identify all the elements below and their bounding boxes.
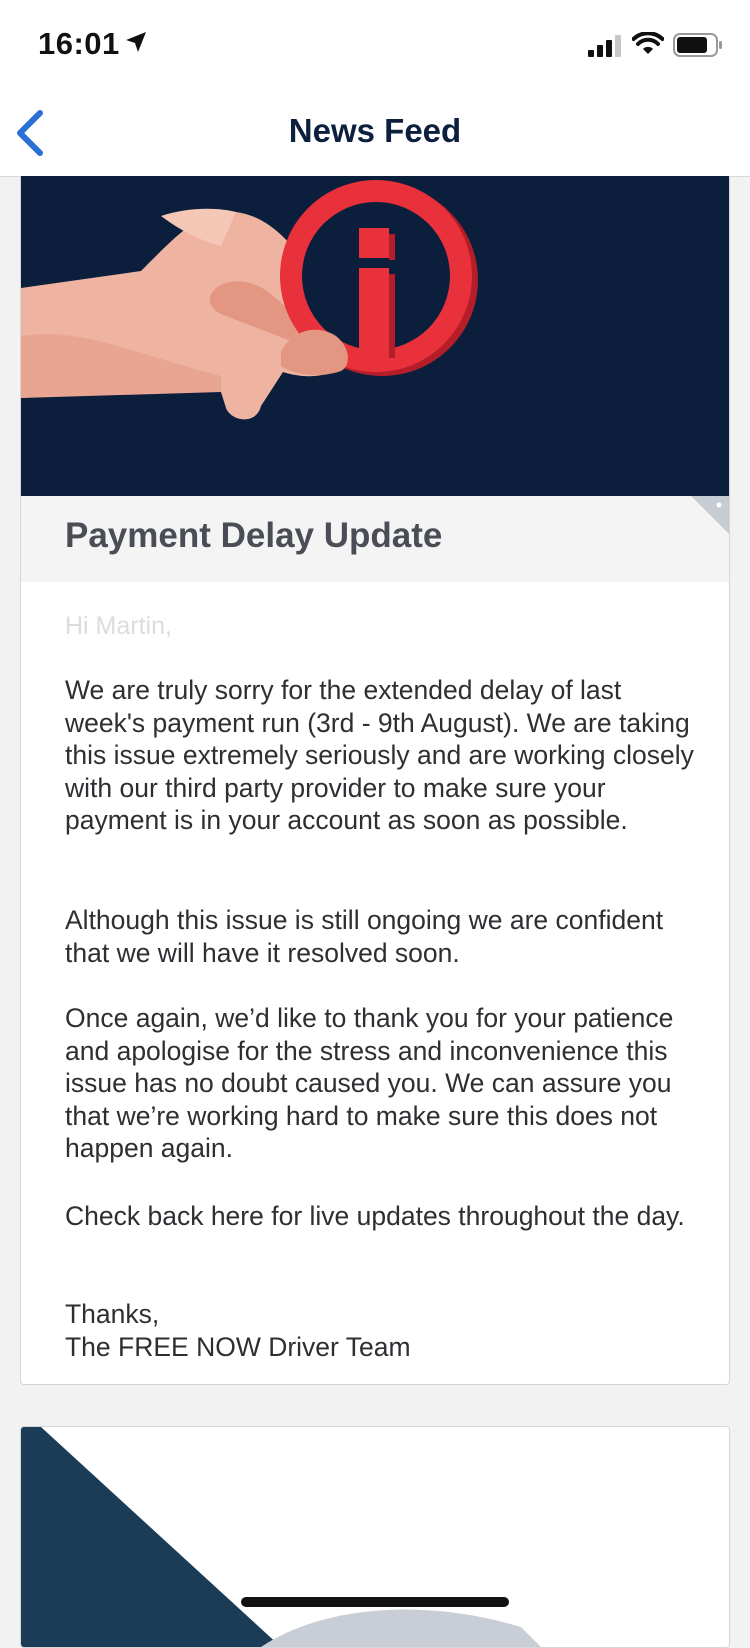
post-paragraph: Once again, we’d like to thank you for y… — [65, 1003, 674, 1164]
next-card-image — [21, 1427, 729, 1647]
post-paragraph: We are truly sorry for the extended dela… — [65, 675, 694, 836]
signoff-thanks: Thanks, — [65, 1299, 160, 1329]
news-card-next[interactable] — [20, 1426, 730, 1648]
post-paragraph: Although this issue is still ongoing we … — [65, 905, 664, 968]
post-title: Payment Delay Update — [65, 516, 443, 555]
status-time: 16:01 — [38, 26, 120, 61]
post-greeting: Hi Martin, — [65, 612, 172, 640]
signal-icon — [588, 35, 621, 57]
corner-fold — [691, 496, 729, 534]
hero-image — [21, 176, 729, 496]
battery-icon — [673, 33, 722, 57]
navigation-bar: News Feed — [0, 90, 750, 177]
news-card[interactable]: Payment Delay Update Hi Martin, We are t… — [20, 176, 730, 1385]
home-indicator[interactable] — [241, 1597, 509, 1607]
status-bar: 16:01 — [0, 0, 750, 90]
post-signoff: Thanks, The FREE NOW Driver Team — [65, 1298, 695, 1363]
signoff-team: The FREE NOW Driver Team — [65, 1331, 411, 1362]
location-arrow-icon — [126, 32, 146, 52]
wifi-icon — [632, 32, 664, 54]
page-title: News Feed — [288, 112, 462, 149]
title-band: Payment Delay Update — [21, 496, 729, 582]
post-paragraph: Check back here for live updates through… — [65, 1201, 685, 1231]
